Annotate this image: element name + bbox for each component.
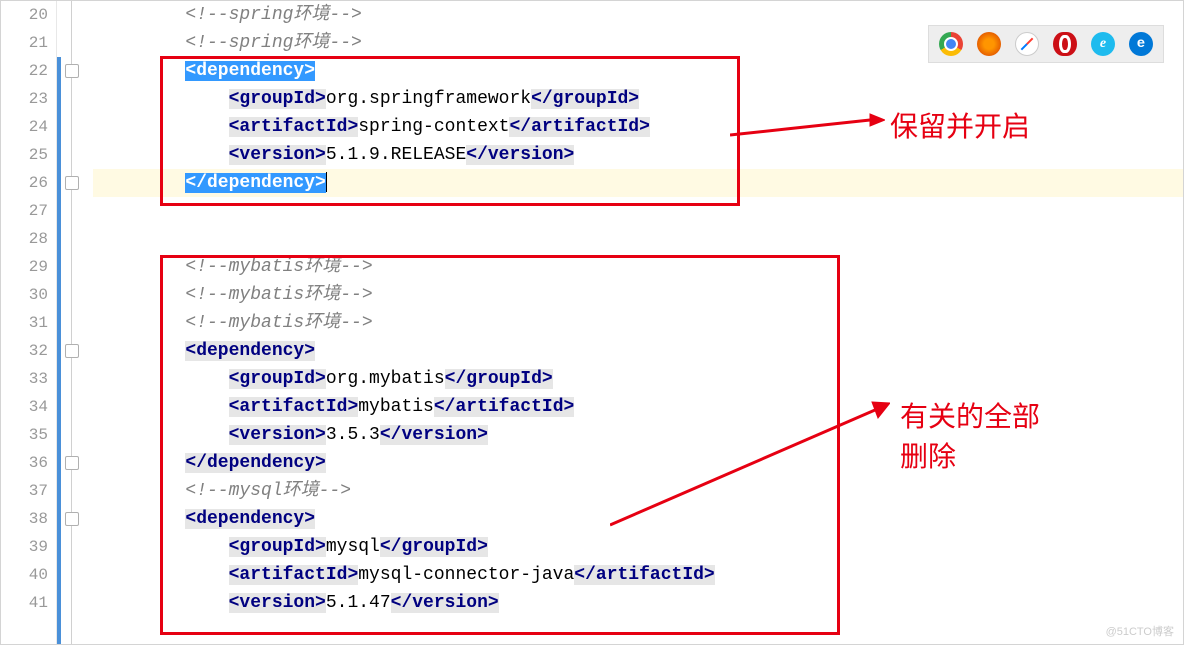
- code-line[interactable]: <artifactId>mysql-connector-java</artifa…: [93, 561, 1183, 589]
- line-number: 33: [1, 365, 48, 393]
- code-line[interactable]: <version>5.1.47</version>: [93, 589, 1183, 617]
- line-number: 24: [1, 113, 48, 141]
- code-line-current[interactable]: </dependency>: [93, 169, 1183, 197]
- line-number: 31: [1, 309, 48, 337]
- fold-toggle-icon[interactable]: [65, 64, 79, 78]
- edge-icon[interactable]: [1129, 32, 1153, 56]
- fold-toggle-icon[interactable]: [65, 512, 79, 526]
- line-number: 35: [1, 421, 48, 449]
- browser-icon-bar: [928, 25, 1164, 63]
- code-line[interactable]: <!--mybatis环境-->: [93, 253, 1183, 281]
- code-editor[interactable]: 20 21 22 23 24 25 26 27 28 29 30 31 32 3…: [0, 0, 1184, 645]
- code-line[interactable]: [93, 225, 1183, 253]
- watermark: @51CTO博客: [1106, 623, 1174, 639]
- code-content[interactable]: <!--spring环境--> <!--spring环境--> <depende…: [93, 1, 1183, 644]
- line-number: 27: [1, 197, 48, 225]
- annotation-keep-label: 保留并开启: [890, 105, 1030, 145]
- annotation-delete-label: 有关的全部 删除: [900, 395, 1040, 475]
- line-number: 41: [1, 589, 48, 617]
- line-number: 39: [1, 533, 48, 561]
- line-number: 28: [1, 225, 48, 253]
- ie-icon[interactable]: [1091, 32, 1115, 56]
- line-number: 38: [1, 505, 48, 533]
- chrome-icon[interactable]: [939, 32, 963, 56]
- code-line[interactable]: [93, 197, 1183, 225]
- code-line[interactable]: <dependency>: [93, 337, 1183, 365]
- line-number: 20: [1, 1, 48, 29]
- fold-toggle-icon[interactable]: [65, 344, 79, 358]
- line-number: 30: [1, 281, 48, 309]
- line-number: 23: [1, 85, 48, 113]
- safari-icon[interactable]: [1015, 32, 1039, 56]
- code-line[interactable]: <!--mysql环境-->: [93, 477, 1183, 505]
- opera-icon[interactable]: [1053, 32, 1077, 56]
- fold-toggle-icon[interactable]: [65, 176, 79, 190]
- code-line[interactable]: <!--mybatis环境-->: [93, 309, 1183, 337]
- line-number: 25: [1, 141, 48, 169]
- line-number: 26: [1, 169, 48, 197]
- change-marker: [57, 57, 61, 644]
- line-number: 21: [1, 29, 48, 57]
- line-number: 32: [1, 337, 48, 365]
- line-number: 36: [1, 449, 48, 477]
- line-number: 29: [1, 253, 48, 281]
- code-line[interactable]: <dependency>: [93, 505, 1183, 533]
- line-number: 40: [1, 561, 48, 589]
- fold-column[interactable]: [57, 1, 93, 644]
- code-line[interactable]: <version>5.1.9.RELEASE</version>: [93, 141, 1183, 169]
- code-line[interactable]: <groupId>org.mybatis</groupId>: [93, 365, 1183, 393]
- line-number: 37: [1, 477, 48, 505]
- code-line[interactable]: <!--mybatis环境-->: [93, 281, 1183, 309]
- text-cursor: [326, 172, 327, 192]
- firefox-icon[interactable]: [977, 32, 1001, 56]
- line-number-gutter: 20 21 22 23 24 25 26 27 28 29 30 31 32 3…: [1, 1, 57, 644]
- line-number: 34: [1, 393, 48, 421]
- fold-toggle-icon[interactable]: [65, 456, 79, 470]
- line-number: 22: [1, 57, 48, 85]
- code-line[interactable]: <groupId>mysql</groupId>: [93, 533, 1183, 561]
